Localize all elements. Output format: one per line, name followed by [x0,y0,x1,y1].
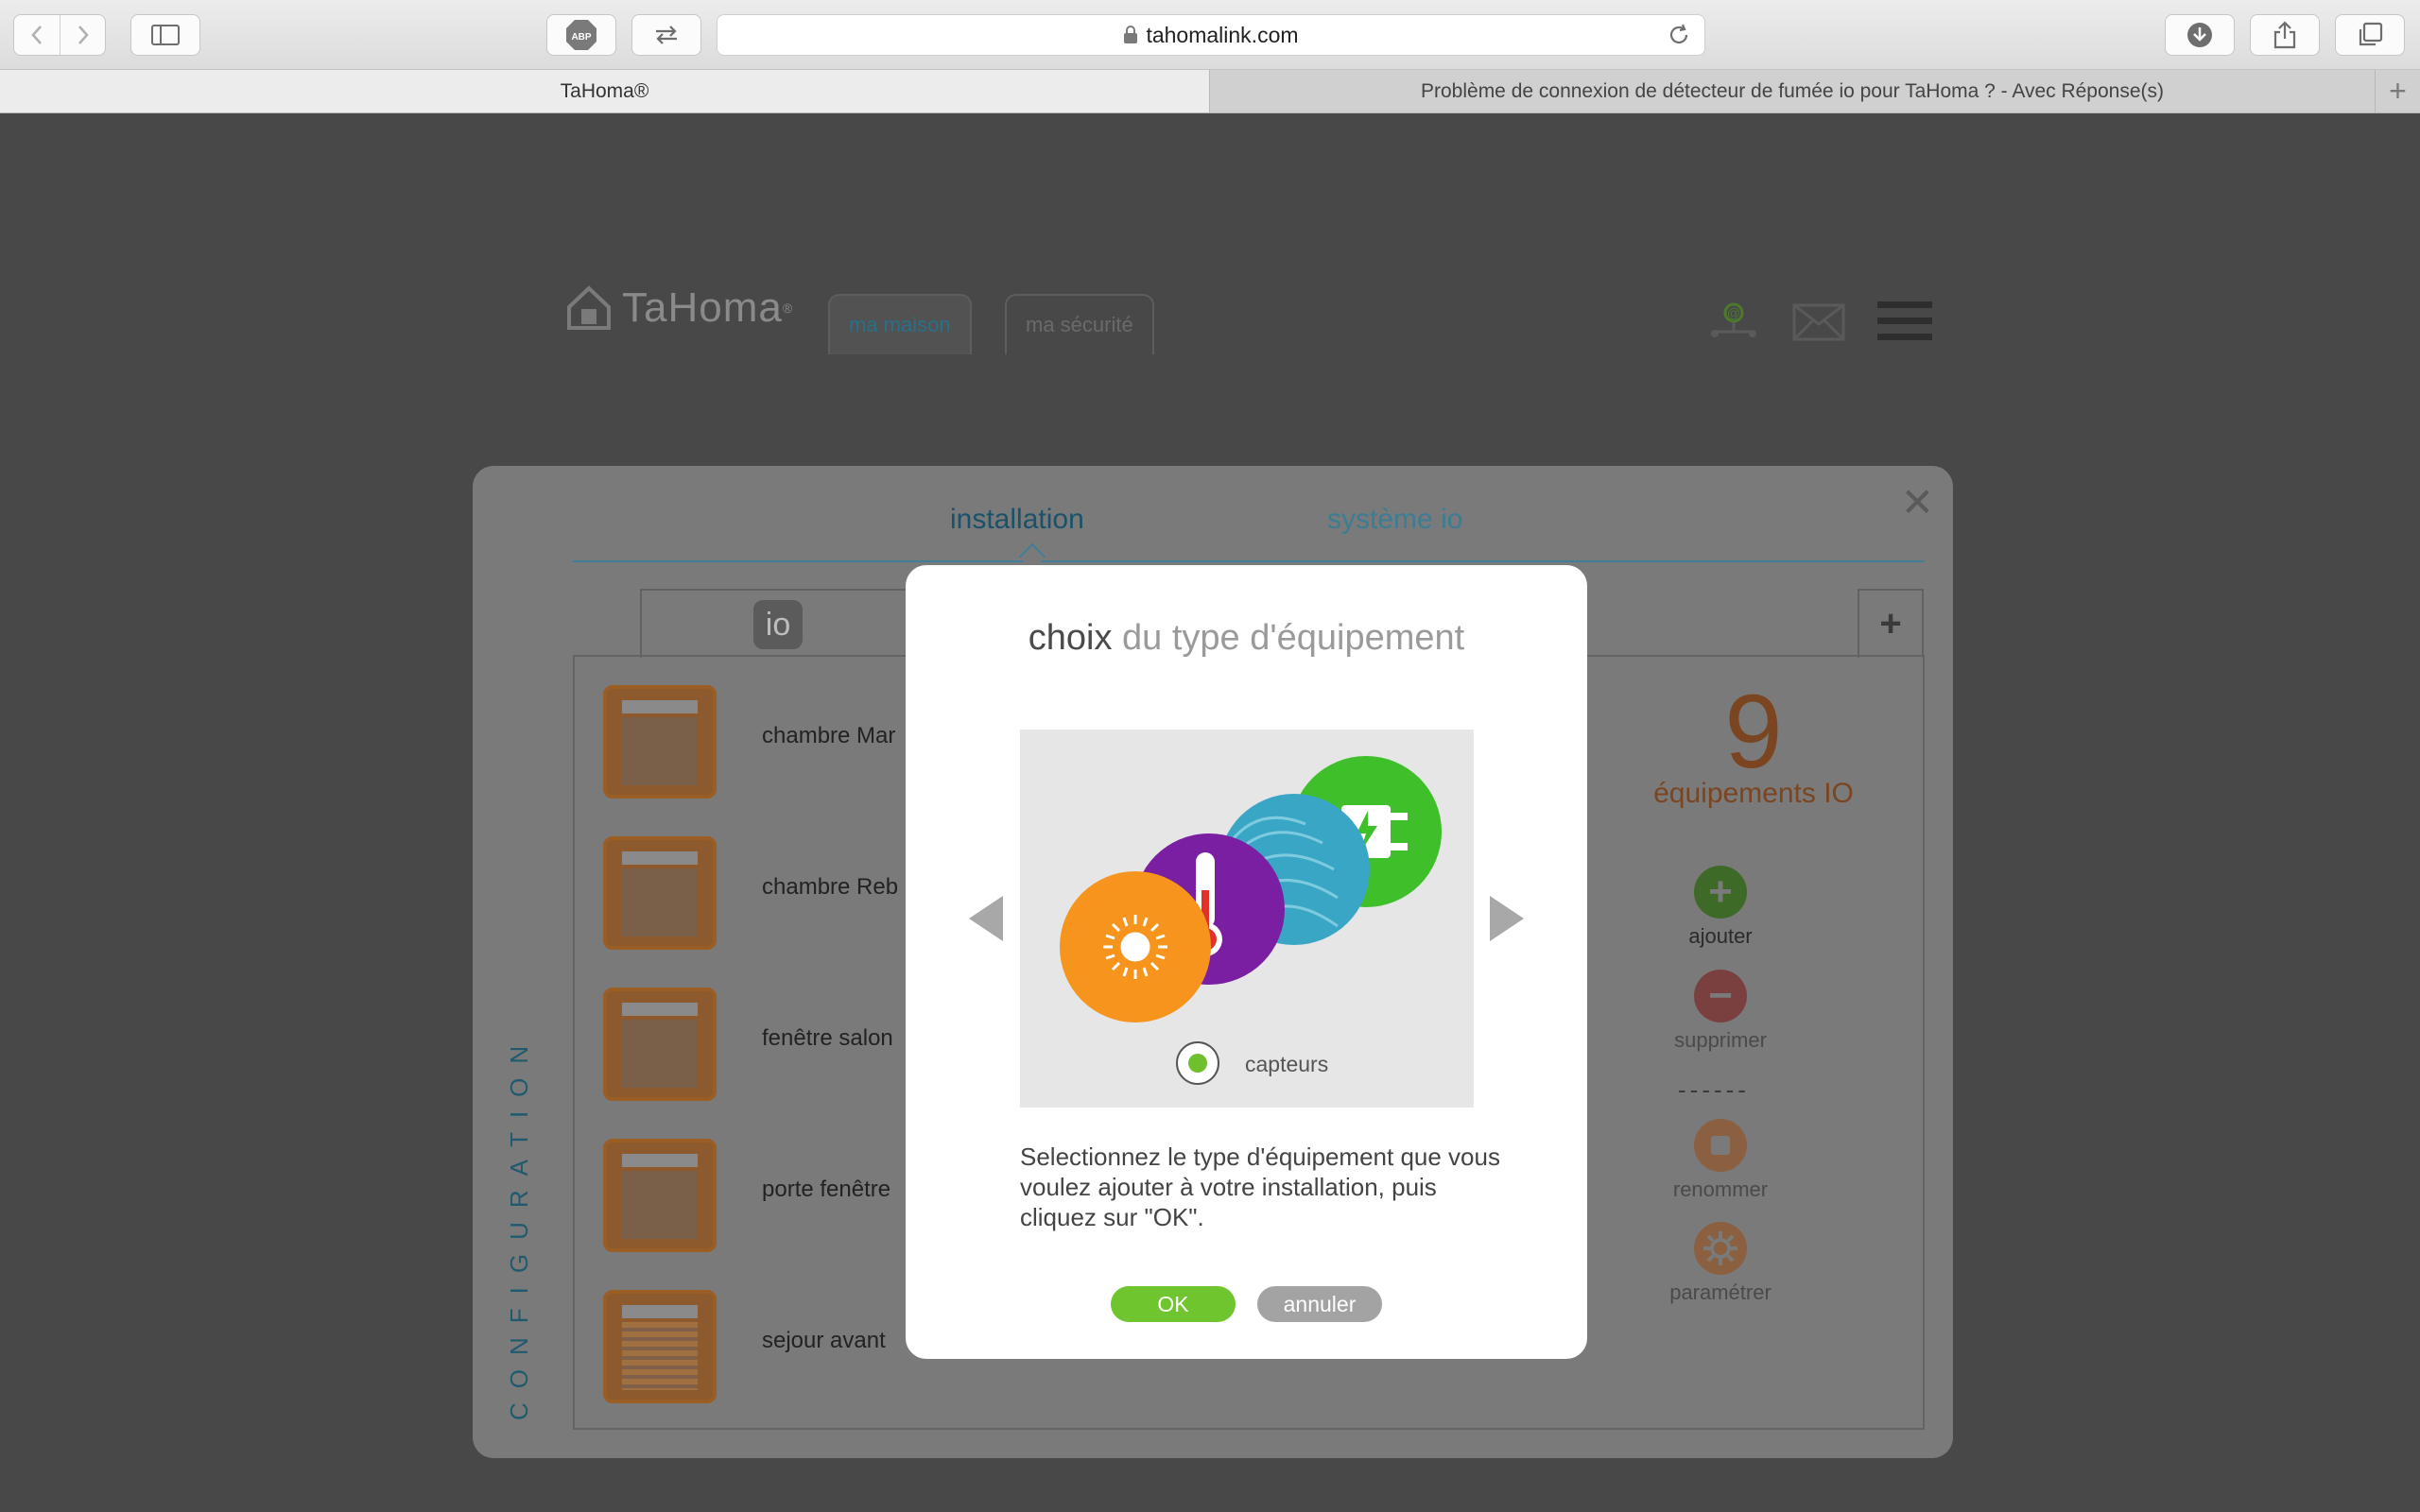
close-icon[interactable]: ✕ [1901,479,1934,525]
adblock-button[interactable]: ABP [546,14,616,56]
delete-button[interactable]: − supprimer [1664,970,1777,1053]
svg-text:ABP: ABP [571,32,591,43]
tab-systeme-io[interactable]: système io [1327,504,1462,536]
shutter-icon [603,1290,717,1403]
io-protocol-tab[interactable]: io [640,589,924,658]
tab-installation[interactable]: installation [950,504,1084,536]
history-nav [13,14,106,56]
title-rest: du type d'équipement [1112,618,1465,658]
tab-forum[interactable]: Problème de connexion de détecteur de fu… [1210,70,2375,112]
adblock-icon: ABP [566,20,596,50]
next-arrow-icon[interactable] [1490,896,1524,941]
forward-button[interactable] [60,15,105,55]
switch-button[interactable] [631,14,701,56]
delete-label: supprimer [1674,1028,1767,1052]
settings-button[interactable]: paramétrer [1664,1222,1777,1305]
house-icon [567,285,611,330]
device-name: sejour avant [762,1328,886,1353]
url-text: tahomalink.com [1146,22,1299,47]
category-carousel: capteurs [1020,730,1474,1108]
dialog-title: choix du type d'équipement [906,618,1587,659]
device-count-label: équipements IO [1653,778,1854,809]
io-badge: io [753,600,803,649]
device-count: 9 [1724,674,1783,790]
tabs-icon [2359,22,2383,46]
window-icon [603,836,717,950]
arrows-swap-icon [656,26,677,44]
back-button[interactable] [14,15,60,55]
tabs-overview-button[interactable] [2335,14,2405,56]
tab-tahoma[interactable]: TaHoma® [0,70,1210,112]
address-bar[interactable]: tahomalink.com [717,14,1705,56]
reload-icon[interactable] [1667,23,1691,47]
gear-icon [1694,1222,1747,1275]
tab-label: TaHoma® [560,79,649,102]
nav-tab-ma-securite[interactable]: ma sécurité [1005,294,1154,354]
share-button[interactable] [2250,14,2320,56]
sidebar-button[interactable] [130,14,200,56]
nav-tab-ma-maison[interactable]: ma maison [828,294,972,354]
plus-circle-icon: + [1694,866,1747,919]
logo-text: TaHoma [622,284,783,331]
dialog-instructions: Selectionnez le type d'équipement que vo… [1020,1143,1500,1231]
svg-text:@: @ [1727,305,1740,320]
sensors-illustration [1060,756,1442,1022]
lock-icon [1124,26,1138,43]
share-icon [2273,21,2296,49]
tab-underline [573,560,1925,562]
tab-bar: TaHoma® Problème de connexion de détecte… [0,70,2420,113]
download-icon [2187,23,2212,47]
cancel-button[interactable]: annuler [1257,1286,1382,1322]
page-content: TaHoma ® ma maison ma sécurité @ ✕ instal… [0,114,2420,1512]
ok-button[interactable]: OK [1111,1286,1236,1322]
minus-circle-icon: − [1694,970,1747,1022]
device-name: porte fenêtre [762,1177,891,1202]
settings-label: paramétrer [1669,1280,1772,1304]
add-button[interactable]: + ajouter [1664,866,1777,949]
sidebar-icon [151,25,180,45]
category-label: capteurs [1245,1052,1329,1076]
separator: ------ [1678,1075,1750,1104]
rename-label: renommer [1672,1177,1769,1201]
previous-arrow-icon[interactable] [969,896,1003,941]
device-name: fenêtre salon [762,1025,893,1051]
new-tab-button[interactable]: + [2375,70,2420,112]
stop-circle-icon [1694,1119,1747,1172]
window-icon [603,1139,717,1252]
window-icon [603,988,717,1101]
hamburger-menu-icon[interactable] [1877,300,1932,343]
tab-label: Problème de connexion de détecteur de fu… [1420,79,2165,102]
title-strong: choix [1028,618,1113,658]
radio-selected-dot [1188,1054,1207,1073]
logo-mark: ® [782,301,793,316]
add-label: ajouter [1688,924,1753,948]
vertical-label-text: CONFIGURATION [505,1031,533,1420]
browser-toolbar: ABP tahomalink.com [0,0,2420,70]
downloads-button[interactable] [2165,14,2235,56]
device-name: chambre Mar [762,723,896,748]
device-name: chambre Reb [762,874,899,900]
window-icon [603,685,717,799]
mail-icon[interactable] [1792,303,1845,341]
add-tab-button[interactable]: + [1858,589,1924,658]
tahoma-logo[interactable]: TaHoma ® [565,284,792,332]
equipment-type-dialog: choix du type d'équipement capteurs Sele… [906,565,1587,1359]
rename-button[interactable]: renommer [1664,1119,1777,1202]
category-radio[interactable] [1176,1041,1219,1085]
at-network-icon[interactable]: @ [1707,300,1760,341]
